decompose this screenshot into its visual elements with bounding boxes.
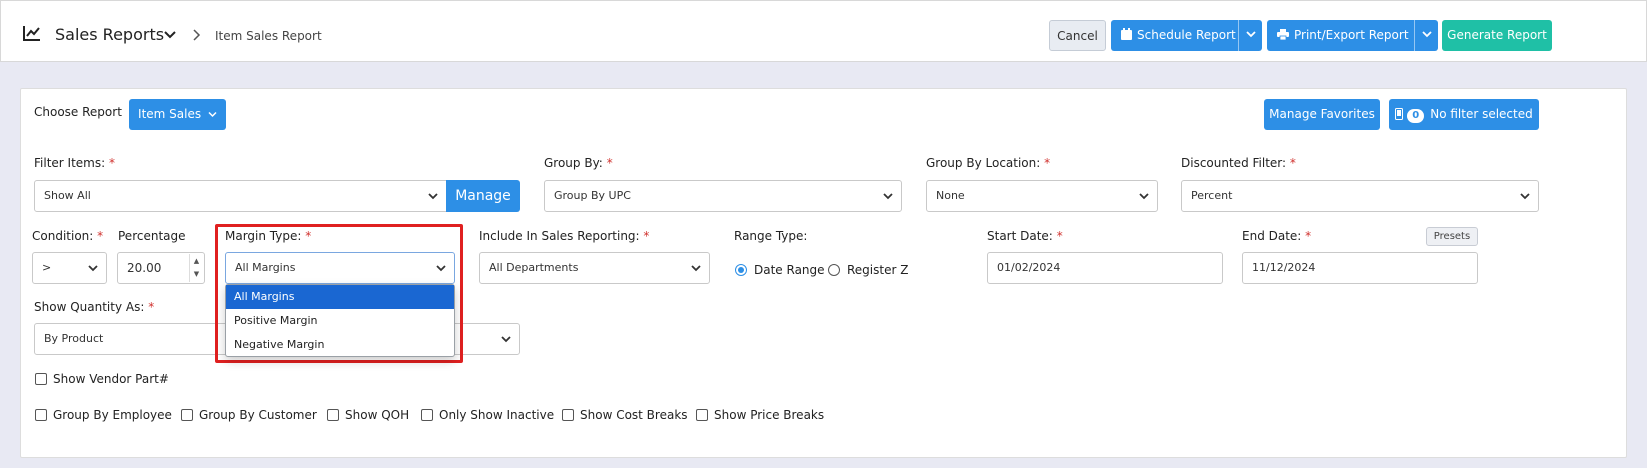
date-range-label[interactable]: Date Range bbox=[754, 263, 825, 277]
margin-option-positive[interactable]: Positive Margin bbox=[226, 309, 454, 333]
margin-type-dropdown: All Margins Positive Margin Negative Mar… bbox=[225, 284, 455, 357]
chevron-down-icon bbox=[691, 265, 701, 272]
show-quantity-value: By Product bbox=[44, 332, 104, 345]
calendar-icon bbox=[1121, 28, 1132, 40]
chevron-down-icon bbox=[1139, 193, 1149, 200]
include-sales-value: All Departments bbox=[489, 261, 579, 274]
choose-report-label: Choose Report bbox=[34, 105, 122, 119]
show-cost-breaks-label[interactable]: Show Cost Breaks bbox=[580, 408, 688, 422]
schedule-report-label: Schedule Report bbox=[1137, 28, 1236, 42]
group-by-location-value: None bbox=[936, 189, 965, 202]
breadcrumb-current: Item Sales Report bbox=[215, 29, 322, 43]
range-type-label: Range Type: bbox=[734, 229, 808, 243]
date-range-radio[interactable] bbox=[735, 264, 747, 276]
end-date-value: 11/12/2024 bbox=[1252, 261, 1316, 274]
only-show-inactive-checkbox[interactable] bbox=[421, 409, 433, 421]
chevron-down-icon bbox=[428, 193, 438, 200]
register-z-label[interactable]: Register Z bbox=[847, 263, 908, 277]
show-vendor-part-checkbox[interactable] bbox=[35, 373, 47, 385]
condition-select[interactable]: > bbox=[32, 252, 107, 284]
schedule-report-button[interactable]: Schedule Report bbox=[1111, 20, 1262, 51]
show-vendor-part-label[interactable]: Show Vendor Part# bbox=[53, 372, 169, 386]
register-z-radio[interactable] bbox=[828, 264, 840, 276]
manage-filter-label: Manage bbox=[455, 188, 511, 204]
filter-count-badge: 0 bbox=[1407, 109, 1425, 123]
chevron-down-icon bbox=[883, 193, 893, 200]
show-quantity-label: Show Quantity As: * bbox=[34, 300, 155, 314]
print-export-dropdown-toggle[interactable] bbox=[1414, 20, 1438, 51]
generate-report-label: Generate Report bbox=[1447, 28, 1547, 42]
percentage-label: Percentage bbox=[118, 229, 186, 243]
presets-label: Presets bbox=[1433, 231, 1471, 242]
group-by-value: Group By UPC bbox=[554, 189, 631, 202]
discounted-filter-select[interactable]: Percent bbox=[1181, 180, 1539, 212]
chevron-down-icon bbox=[1245, 31, 1256, 38]
manage-favorites-button[interactable]: Manage Favorites bbox=[1264, 99, 1380, 130]
printer-icon bbox=[1277, 29, 1289, 41]
group-by-location-label: Group By Location: * bbox=[926, 156, 1051, 170]
manage-filter-button[interactable]: Manage bbox=[446, 180, 520, 212]
chevron-down-icon bbox=[1520, 193, 1530, 200]
start-date-input[interactable]: 01/02/2024 bbox=[987, 252, 1223, 284]
percentage-stepper[interactable]: ▲ ▼ bbox=[189, 254, 203, 282]
stepper-down-icon[interactable]: ▼ bbox=[190, 268, 203, 280]
filter-items-value: Show All bbox=[44, 189, 91, 202]
discounted-filter-label: Discounted Filter: * bbox=[1181, 156, 1296, 170]
include-sales-label: Include In Sales Reporting: * bbox=[479, 229, 650, 243]
cancel-button-label: Cancel bbox=[1057, 29, 1098, 43]
report-selector-button[interactable]: Item Sales bbox=[129, 99, 226, 130]
show-qoh-checkbox[interactable] bbox=[327, 409, 339, 421]
percentage-value: 20.00 bbox=[127, 261, 162, 275]
group-by-select[interactable]: Group By UPC bbox=[544, 180, 902, 212]
start-date-label: Start Date: * bbox=[987, 229, 1063, 243]
stepper-up-icon[interactable]: ▲ bbox=[190, 254, 203, 268]
chevron-down-icon bbox=[1421, 31, 1432, 38]
cancel-button[interactable]: Cancel bbox=[1049, 20, 1106, 51]
phone-icon bbox=[1395, 108, 1404, 120]
top-bar: Sales Reports Item Sales Report Cancel S… bbox=[0, 0, 1647, 62]
schedule-report-dropdown-toggle[interactable] bbox=[1238, 20, 1262, 51]
end-date-label: End Date: * bbox=[1242, 229, 1312, 243]
discounted-filter-value: Percent bbox=[1191, 189, 1233, 202]
filter-items-label: Filter Items: * bbox=[34, 156, 115, 170]
show-cost-breaks-checkbox[interactable] bbox=[562, 409, 574, 421]
group-by-employee-checkbox[interactable] bbox=[35, 409, 47, 421]
generate-report-button[interactable]: Generate Report bbox=[1442, 20, 1552, 51]
page-title[interactable]: Sales Reports bbox=[55, 25, 164, 44]
print-export-report-button[interactable]: Print/Export Report bbox=[1267, 20, 1438, 51]
show-qoh-label[interactable]: Show QOH bbox=[345, 408, 409, 422]
group-by-customer-label[interactable]: Group By Customer bbox=[199, 408, 317, 422]
group-by-location-select[interactable]: None bbox=[926, 180, 1158, 212]
filter-status-label: No filter selected bbox=[1430, 107, 1533, 121]
start-date-value: 01/02/2024 bbox=[997, 261, 1061, 274]
condition-value: > bbox=[42, 261, 52, 274]
show-price-breaks-checkbox[interactable] bbox=[696, 409, 708, 421]
chevron-down-icon bbox=[501, 336, 511, 343]
group-by-customer-checkbox[interactable] bbox=[181, 409, 193, 421]
group-by-label: Group By: * bbox=[544, 156, 613, 170]
end-date-input[interactable]: 11/12/2024 bbox=[1242, 252, 1478, 284]
group-by-employee-label[interactable]: Group By Employee bbox=[53, 408, 172, 422]
filter-status-button[interactable]: 0 No filter selected bbox=[1389, 99, 1539, 130]
line-chart-icon bbox=[23, 26, 40, 41]
condition-label: Condition: * bbox=[32, 229, 104, 243]
filter-items-select[interactable]: Show All bbox=[34, 180, 447, 212]
manage-favorites-label: Manage Favorites bbox=[1269, 107, 1375, 121]
chevron-down-icon[interactable] bbox=[164, 30, 176, 40]
margin-option-all[interactable]: All Margins bbox=[226, 285, 454, 309]
only-show-inactive-label[interactable]: Only Show Inactive bbox=[439, 408, 554, 422]
chevron-down-icon bbox=[88, 265, 98, 272]
breadcrumb-separator-icon bbox=[193, 29, 201, 41]
include-sales-select[interactable]: All Departments bbox=[479, 252, 710, 284]
margin-option-negative[interactable]: Negative Margin bbox=[226, 333, 454, 357]
chevron-down-icon bbox=[208, 111, 217, 118]
report-selector-label: Item Sales bbox=[138, 107, 202, 121]
presets-button[interactable]: Presets bbox=[1426, 227, 1478, 246]
print-export-report-label: Print/Export Report bbox=[1294, 28, 1409, 42]
percentage-input[interactable]: 20.00 ▲ ▼ bbox=[117, 252, 205, 284]
show-price-breaks-label[interactable]: Show Price Breaks bbox=[714, 408, 824, 422]
